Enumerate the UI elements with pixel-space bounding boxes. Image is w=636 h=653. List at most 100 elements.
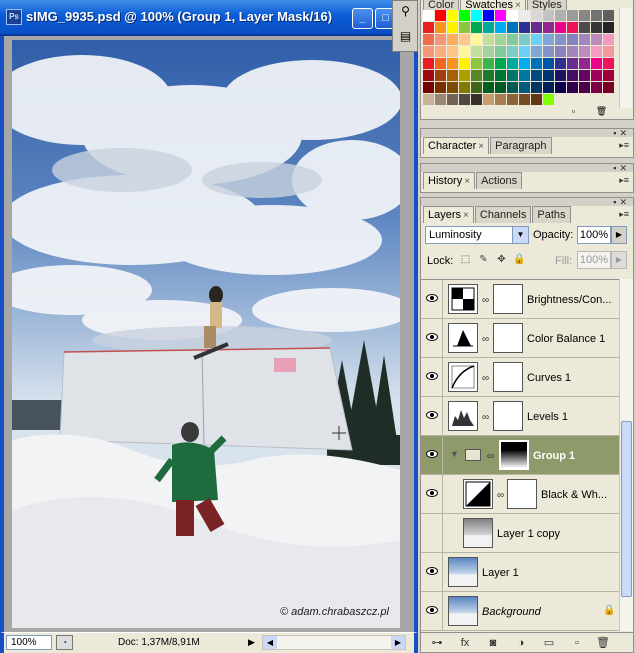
- color-swatch[interactable]: [459, 58, 471, 70]
- visibility-toggle[interactable]: [421, 397, 443, 435]
- tab-history[interactable]: History ×: [423, 172, 476, 189]
- color-swatch[interactable]: [507, 82, 519, 94]
- color-swatch[interactable]: [459, 70, 471, 82]
- status-menu-arrow-icon[interactable]: ▶: [248, 636, 260, 649]
- color-swatch[interactable]: [519, 58, 531, 70]
- color-swatch[interactable]: [531, 70, 543, 82]
- color-swatch[interactable]: [435, 58, 447, 70]
- color-swatch[interactable]: [483, 58, 495, 70]
- color-swatch[interactable]: [495, 82, 507, 94]
- lock-transparent-icon[interactable]: ⬚: [459, 253, 472, 266]
- color-swatch[interactable]: [471, 46, 483, 58]
- color-swatch[interactable]: [579, 46, 591, 58]
- color-swatch[interactable]: [531, 22, 543, 34]
- tab-paragraph[interactable]: Paragraph: [490, 137, 552, 154]
- color-swatch[interactable]: [459, 46, 471, 58]
- panel-header[interactable]: ▪✕: [421, 163, 633, 173]
- color-swatch[interactable]: [447, 58, 459, 70]
- link-icon[interactable]: ∞: [482, 295, 489, 306]
- color-swatch[interactable]: [483, 22, 495, 34]
- color-swatch[interactable]: [591, 58, 603, 70]
- color-swatch[interactable]: [543, 46, 555, 58]
- color-swatch[interactable]: [447, 82, 459, 94]
- color-swatch[interactable]: [531, 34, 543, 46]
- trash-icon[interactable]: 🗑: [595, 636, 611, 650]
- color-swatch[interactable]: [435, 34, 447, 46]
- color-swatch[interactable]: [423, 10, 435, 22]
- visibility-toggle[interactable]: [421, 280, 443, 318]
- color-swatch[interactable]: [459, 10, 471, 22]
- layer-row-layer-1-copy[interactable]: Layer 1 copy: [421, 514, 619, 553]
- color-swatch[interactable]: [423, 34, 435, 46]
- mask-thumbnail[interactable]: [493, 323, 523, 353]
- color-swatch[interactable]: [471, 34, 483, 46]
- link-layers-icon[interactable]: ⊶: [429, 636, 445, 650]
- color-swatch[interactable]: [471, 22, 483, 34]
- color-swatch[interactable]: [567, 58, 579, 70]
- color-swatch[interactable]: [495, 46, 507, 58]
- color-swatch[interactable]: [591, 22, 603, 34]
- color-swatch[interactable]: [495, 70, 507, 82]
- color-swatch[interactable]: [531, 58, 543, 70]
- layer-row-black-white[interactable]: ∞ Black & Wh...: [421, 475, 619, 514]
- opacity-slider-arrow-icon[interactable]: ▶: [611, 226, 627, 244]
- panel-menu-icon[interactable]: ▸≡: [619, 209, 629, 220]
- color-swatch[interactable]: [567, 82, 579, 94]
- color-swatch[interactable]: [543, 22, 555, 34]
- layer-style-icon[interactable]: fx: [457, 636, 473, 650]
- layer-comps-icon[interactable]: ▤: [397, 28, 414, 45]
- snowboard-photo[interactable]: © adam.chrabaszcz.pl: [12, 40, 400, 628]
- delete-swatch-icon[interactable]: 🗑: [595, 106, 608, 117]
- panel-header[interactable]: ▪✕: [421, 128, 633, 139]
- color-swatch[interactable]: [495, 34, 507, 46]
- color-swatch[interactable]: [447, 10, 459, 22]
- color-swatch[interactable]: [435, 82, 447, 94]
- mask-thumbnail[interactable]: [493, 362, 523, 392]
- color-swatch[interactable]: [495, 22, 507, 34]
- color-swatch[interactable]: [555, 34, 567, 46]
- mask-thumbnail[interactable]: [493, 401, 523, 431]
- new-swatch-icon[interactable]: ▫: [567, 106, 580, 117]
- document-titlebar[interactable]: Ps sIMG_9935.psd @ 100% (Group 1, Layer …: [0, 0, 418, 36]
- color-swatch[interactable]: [555, 22, 567, 34]
- group-mask-thumbnail[interactable]: [499, 440, 529, 470]
- color-swatch[interactable]: [591, 82, 603, 94]
- color-swatch[interactable]: [507, 10, 519, 22]
- color-swatch[interactable]: [423, 46, 435, 58]
- color-swatch[interactable]: [447, 34, 459, 46]
- color-swatch[interactable]: [483, 70, 495, 82]
- color-swatch[interactable]: [555, 82, 567, 94]
- color-swatch[interactable]: [519, 10, 531, 22]
- color-swatch[interactable]: [579, 22, 591, 34]
- layers-scroll-thumb[interactable]: [621, 421, 632, 597]
- tab-layers[interactable]: Layers ×: [423, 206, 474, 223]
- color-swatch[interactable]: [591, 70, 603, 82]
- tab-character[interactable]: Character ×: [423, 137, 490, 154]
- color-swatch[interactable]: [435, 10, 447, 22]
- add-mask-icon[interactable]: ◙: [485, 636, 501, 650]
- color-swatch[interactable]: [603, 22, 615, 34]
- color-swatch[interactable]: [555, 70, 567, 82]
- color-swatch[interactable]: [531, 46, 543, 58]
- chevron-down-icon[interactable]: ▼: [512, 227, 528, 243]
- color-swatch[interactable]: [603, 34, 615, 46]
- swatches-scrollbar[interactable]: [619, 8, 632, 108]
- color-swatch[interactable]: [471, 58, 483, 70]
- color-swatch[interactable]: [543, 34, 555, 46]
- link-icon[interactable]: ∞: [482, 412, 489, 423]
- close-icon[interactable]: ×: [478, 141, 484, 152]
- color-swatch[interactable]: [591, 10, 603, 22]
- color-swatch[interactable]: [483, 34, 495, 46]
- color-swatch[interactable]: [423, 70, 435, 82]
- color-swatch[interactable]: [435, 22, 447, 34]
- panel-header[interactable]: ▪✕: [421, 197, 633, 207]
- visibility-toggle[interactable]: [421, 475, 443, 513]
- color-swatch[interactable]: [567, 22, 579, 34]
- panel-window-controls[interactable]: ▪✕: [613, 128, 630, 139]
- color-swatch[interactable]: [459, 34, 471, 46]
- color-swatch[interactable]: [579, 34, 591, 46]
- color-swatch[interactable]: [471, 10, 483, 22]
- color-swatch[interactable]: [495, 10, 507, 22]
- visibility-toggle[interactable]: [421, 436, 443, 474]
- color-swatch[interactable]: [603, 46, 615, 58]
